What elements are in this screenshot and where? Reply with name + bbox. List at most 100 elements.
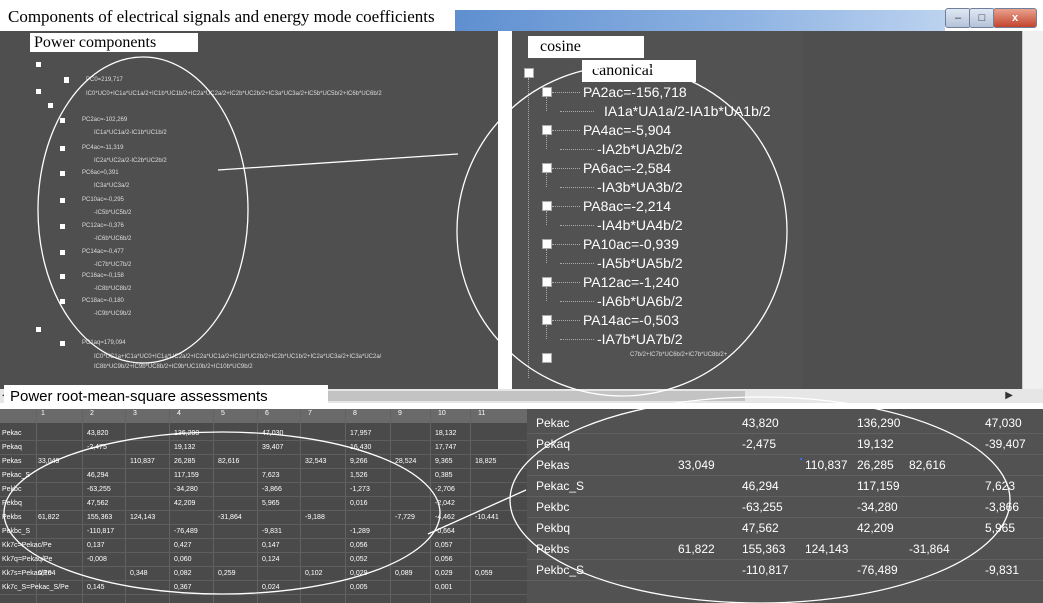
tree-expander-icon[interactable] <box>60 118 65 123</box>
grid-cell[interactable]: 0,024 <box>262 583 280 592</box>
tree-expander-icon[interactable] <box>60 224 65 229</box>
grid-cell[interactable]: 39,407 <box>262 443 283 452</box>
grid-cell[interactable]: 46,294 <box>87 471 108 480</box>
grid-cell[interactable]: 0,001 <box>435 583 453 592</box>
tree-expander-icon[interactable] <box>542 315 552 325</box>
grid-cell[interactable]: 0,124 <box>262 555 280 564</box>
grid-cell[interactable]: 136,290 <box>174 429 199 438</box>
tree-expander-icon[interactable] <box>64 77 69 82</box>
grid-cell[interactable]: -0,008 <box>87 555 107 564</box>
grid-cell[interactable]: 26,285 <box>174 457 195 466</box>
grid-cell[interactable]: 16,430 <box>350 443 371 452</box>
grid-cell[interactable]: 0,056 <box>350 541 368 550</box>
tree-expander-icon[interactable] <box>36 89 41 94</box>
tree-expander-icon[interactable] <box>60 198 65 203</box>
grid-cell[interactable]: 0,089 <box>395 569 413 578</box>
column-header[interactable]: 4 <box>177 410 181 417</box>
grid-cell[interactable]: 17,957 <box>350 429 371 438</box>
row-header[interactable]: Pekbs <box>2 513 21 522</box>
tree-expander-icon[interactable] <box>60 299 65 304</box>
grid-cell[interactable]: -9,188 <box>305 513 325 522</box>
tree-expander-icon[interactable] <box>60 274 65 279</box>
grid-cell[interactable]: 0,016 <box>350 499 368 508</box>
grid-cell[interactable]: -3,866 <box>262 485 282 494</box>
grid-cell[interactable]: 42,209 <box>174 499 195 508</box>
grid-cell[interactable]: 43,820 <box>87 429 108 438</box>
grid-cell[interactable]: 0,427 <box>174 541 192 550</box>
tree-expander-icon[interactable] <box>542 353 552 363</box>
row-header[interactable]: Kk7c_S=Pekac_S/Pe <box>2 583 69 592</box>
grid-cell[interactable]: -9,831 <box>262 527 282 536</box>
grid-cell[interactable]: 9,365 <box>435 457 453 466</box>
grid-cell[interactable]: -10,441 <box>475 513 499 522</box>
grid-cell[interactable]: 33,049 <box>38 457 59 466</box>
tree-expander-icon[interactable] <box>60 146 65 151</box>
grid-cell[interactable]: 1,526 <box>350 471 368 480</box>
grid-cell[interactable]: 0,367 <box>174 583 192 592</box>
grid-cell[interactable]: -4,462 <box>435 513 455 522</box>
grid-cell[interactable]: -1,273 <box>350 485 370 494</box>
row-header[interactable]: Pekas <box>2 457 21 466</box>
grid-cell[interactable]: -2,042 <box>435 499 455 508</box>
grid-cell[interactable]: -7,729 <box>395 513 415 522</box>
grid-cell[interactable]: 0,145 <box>87 583 105 592</box>
grid-cell[interactable]: 17,747 <box>435 443 456 452</box>
tree-expander-icon[interactable] <box>48 103 53 108</box>
row-header[interactable]: Pekac <box>2 429 21 438</box>
grid-cell[interactable]: 47,562 <box>87 499 108 508</box>
grid-cell[interactable]: -2,706 <box>435 485 455 494</box>
column-header[interactable]: 10 <box>438 410 446 417</box>
grid-cell[interactable]: -63,255 <box>87 485 111 494</box>
tree-expander-icon[interactable] <box>542 163 552 173</box>
column-header[interactable]: 6 <box>265 410 269 417</box>
minimize-button[interactable]: – <box>945 8 971 28</box>
row-header[interactable]: Pekbq <box>2 499 22 508</box>
grid-cell[interactable]: -1,289 <box>350 527 370 536</box>
grid-cell[interactable]: 28,524 <box>395 457 416 466</box>
grid-cell[interactable]: 7,623 <box>262 471 280 480</box>
grid-cell[interactable]: 32,543 <box>305 457 326 466</box>
row-header[interactable]: Pekac_S <box>2 471 30 480</box>
grid-cell[interactable]: 0,137 <box>87 541 105 550</box>
grid-cell[interactable]: 0,385 <box>435 471 453 480</box>
maximize-button[interactable]: □ <box>969 8 995 28</box>
tree-expander-icon[interactable] <box>542 239 552 249</box>
grid-cell[interactable]: 0,348 <box>130 569 148 578</box>
grid-cell[interactable]: 124,143 <box>130 513 155 522</box>
grid-cell[interactable]: 0,147 <box>262 541 280 550</box>
grid-cell[interactable]: 0,057 <box>435 541 453 550</box>
tree-expander-icon[interactable] <box>60 171 65 176</box>
grid-cell[interactable]: -0,664 <box>435 527 455 536</box>
row-header[interactable]: Kk7q=Pekaq/Pe <box>2 555 52 564</box>
row-header[interactable]: Pekbc <box>2 485 21 494</box>
column-header[interactable]: 1 <box>41 410 45 417</box>
column-header[interactable]: 11 <box>478 410 485 417</box>
grid-cell[interactable]: 0,059 <box>475 569 493 578</box>
grid-cell[interactable]: 82,616 <box>218 457 239 466</box>
row-header[interactable]: Kk7c=Pekac/Pe <box>2 541 52 550</box>
grid-cell[interactable]: 155,363 <box>87 513 112 522</box>
grid-cell[interactable]: 0,029 <box>350 569 368 578</box>
grid-cell[interactable]: -31,864 <box>218 513 242 522</box>
column-header[interactable]: 8 <box>353 410 357 417</box>
column-header[interactable]: 7 <box>308 410 312 417</box>
grid-cell[interactable]: 0,082 <box>174 569 192 578</box>
tree-expander-icon[interactable] <box>542 201 552 211</box>
tree-expander-icon[interactable] <box>36 327 41 332</box>
tree-expander-icon[interactable] <box>36 62 41 67</box>
grid-cell[interactable]: 0,029 <box>435 569 453 578</box>
grid-cell[interactable]: 19,132 <box>174 443 195 452</box>
grid-cell[interactable]: 0,052 <box>350 555 368 564</box>
column-header[interactable]: 2 <box>90 410 94 417</box>
scroll-right-icon[interactable]: ▶ <box>1005 390 1013 401</box>
grid-cell[interactable]: 110,837 <box>130 457 155 466</box>
grid-cell[interactable]: 0,259 <box>218 569 236 578</box>
tree-expander-icon[interactable] <box>60 341 65 346</box>
tree-expander-icon[interactable] <box>542 125 552 135</box>
grid-cell[interactable]: 61,822 <box>38 513 59 522</box>
tree-expander-icon[interactable] <box>542 87 552 97</box>
grid-cell[interactable]: 0,005 <box>350 583 368 592</box>
grid-cell[interactable]: 0,104 <box>38 569 56 578</box>
grid-cell[interactable]: 5,965 <box>262 499 280 508</box>
vertical-scrollbar[interactable] <box>1022 31 1043 389</box>
